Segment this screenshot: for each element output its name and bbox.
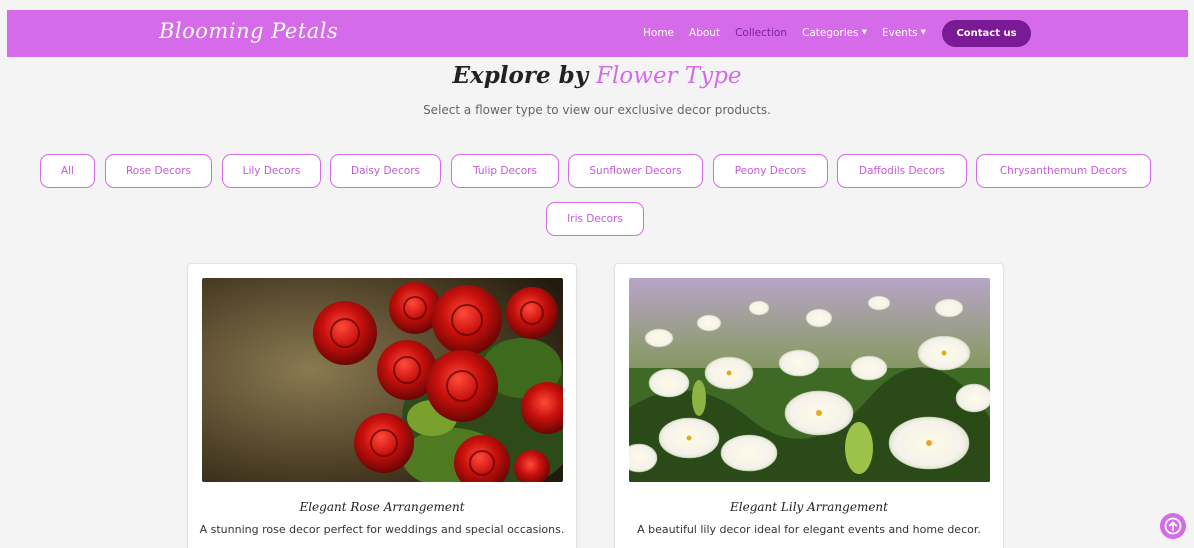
page-title-main: Explore by <box>452 62 589 89</box>
filter-iris[interactable]: Iris Decors <box>546 202 644 236</box>
navbar: Blooming Petals Home About Collection Ca… <box>7 10 1188 57</box>
filter-lily[interactable]: Lily Decors <box>222 154 321 188</box>
filter-daisy[interactable]: Daisy Decors <box>330 154 441 188</box>
product-image-lilies <box>629 278 990 482</box>
lilies-picture <box>629 278 990 482</box>
filter-daffodils[interactable]: Daffodils Decors <box>837 154 967 188</box>
product-description: A stunning rose decor perfect for weddin… <box>199 523 565 536</box>
product-card[interactable]: Elegant Rose Arrangement A stunning rose… <box>187 263 577 548</box>
nav-links: Home About Collection Categories ▼ Events… <box>643 27 941 39</box>
roses-picture <box>202 278 563 482</box>
nav-events[interactable]: Events ▼ <box>882 27 926 39</box>
nav-categories-label: Categories <box>802 27 859 39</box>
filter-tulip[interactable]: Tulip Decors <box>451 154 559 188</box>
contact-button[interactable]: Contact us <box>942 20 1031 47</box>
filter-chrysanthemum[interactable]: Chrysanthemum Decors <box>976 154 1151 188</box>
nav-events-label: Events <box>882 27 918 39</box>
brand-logo[interactable]: Blooming Petals <box>159 19 338 43</box>
page-subtitle: Select a flower type to view our exclusi… <box>423 103 771 117</box>
filter-all[interactable]: All <box>40 154 95 188</box>
product-title: Elegant Rose Arrangement <box>299 500 465 514</box>
filter-peony[interactable]: Peony Decors <box>713 154 828 188</box>
nav-about[interactable]: About <box>689 27 720 39</box>
page-title-accent: Flower Type <box>596 63 742 89</box>
scroll-to-top-button[interactable] <box>1160 513 1186 539</box>
page-title: Explore by Flower Type <box>0 62 1194 89</box>
nav-categories[interactable]: Categories ▼ <box>802 27 867 39</box>
filter-sunflower[interactable]: Sunflower Decors <box>568 154 703 188</box>
product-description: A beautiful lily decor ideal for elegant… <box>637 523 981 536</box>
chevron-down-icon: ▼ <box>920 28 926 36</box>
arrow-up-circle-icon <box>1164 517 1182 535</box>
chevron-down-icon: ▼ <box>861 28 867 36</box>
product-card[interactable]: Elegant Lily Arrangement A beautiful lil… <box>614 263 1004 548</box>
product-title: Elegant Lily Arrangement <box>730 500 888 514</box>
nav-home[interactable]: Home <box>643 27 674 39</box>
product-image-roses <box>202 278 563 482</box>
filter-rose[interactable]: Rose Decors <box>105 154 212 188</box>
nav-collection[interactable]: Collection <box>735 27 787 39</box>
